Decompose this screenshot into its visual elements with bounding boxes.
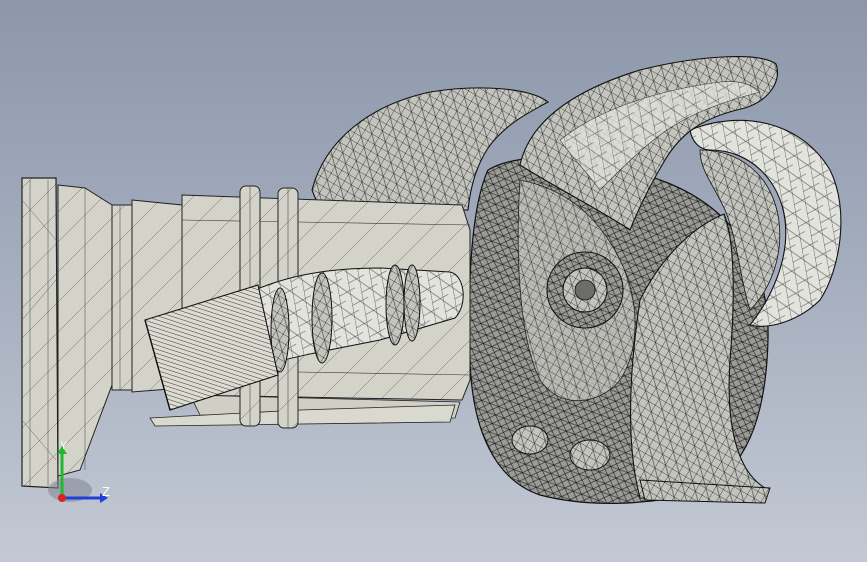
eye-socket[interactable] (546, 251, 624, 329)
model-view[interactable] (0, 0, 867, 562)
triad-axes (48, 446, 108, 503)
y-axis-label: Y (60, 440, 68, 452)
graphics-viewport[interactable]: Z Y (0, 0, 867, 562)
tapered-collar[interactable] (57, 184, 113, 477)
z-axis-label: Z (102, 484, 110, 499)
x-axis-dot (58, 494, 66, 502)
orientation-triad[interactable]: Z Y (40, 438, 130, 518)
